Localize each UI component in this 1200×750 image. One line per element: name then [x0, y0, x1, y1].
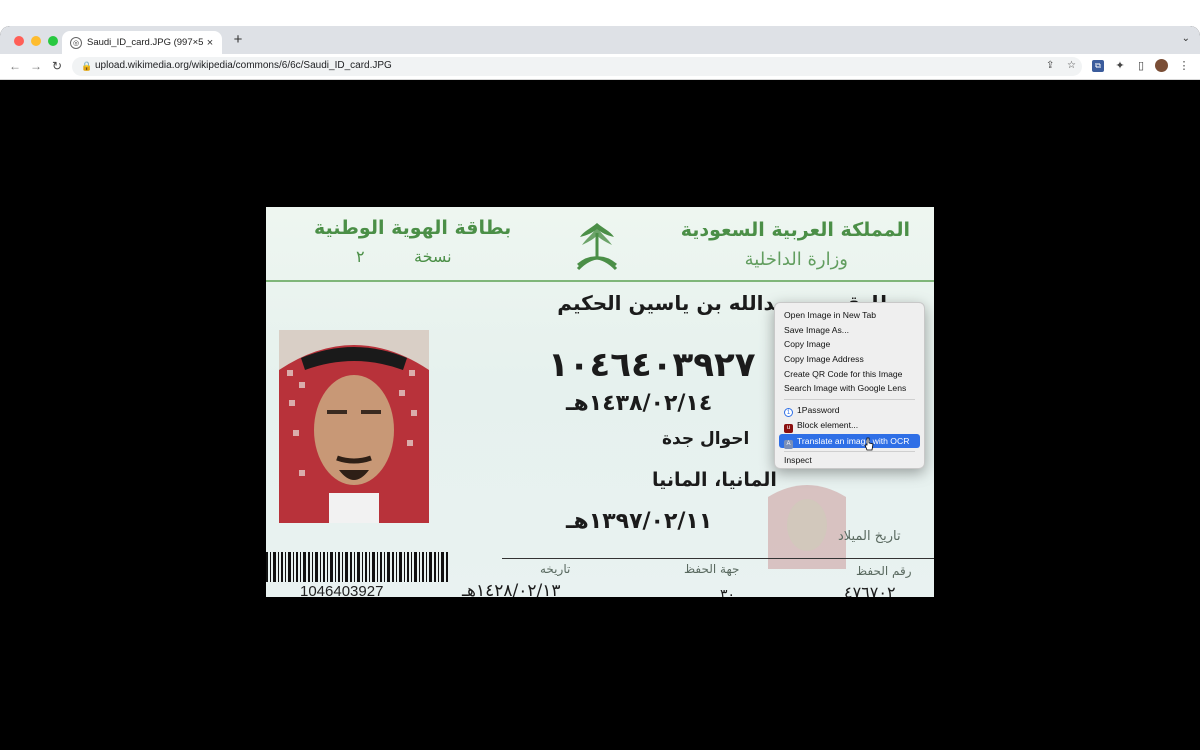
url-text[interactable]: upload.wikimedia.org/wikipedia/commons/6… — [95, 60, 392, 71]
menu-copy-image-address[interactable]: Copy Image Address — [779, 353, 920, 366]
footer-divider — [502, 558, 934, 559]
browser-window: ◎ Saudi_ID_card.JPG (997×582) × + ⌄ ← → … — [0, 26, 1200, 750]
image-viewport: المملكة العربية السعودية وزارة الداخلية … — [0, 80, 1200, 750]
back-button[interactable]: ← — [8, 59, 22, 73]
expiry-date: ١٤٣٨/٠٢/١٤هـ — [566, 391, 713, 416]
menu-separator — [784, 451, 915, 452]
menu-save-image-as[interactable]: Save Image As... — [779, 324, 920, 337]
menu-block-element-label: Block element... — [797, 420, 859, 430]
browser-toolbar: ← → ↻ 🔒 upload.wikimedia.org/wikipedia/c… — [0, 54, 1200, 80]
footer-place-value: ٣٠ — [720, 587, 736, 597]
minimize-window-button[interactable] — [31, 36, 41, 46]
version-number: ٢ — [356, 247, 365, 266]
tab-search-chevron-icon[interactable]: ⌄ — [1182, 33, 1190, 44]
side-panel-icon[interactable]: ▯ — [1134, 59, 1148, 73]
birth-date-label: تاريخ الميلاد — [838, 529, 901, 544]
address-bar[interactable]: 🔒 upload.wikimedia.org/wikipedia/commons… — [72, 57, 1082, 76]
menu-copy-image[interactable]: Copy Image — [779, 338, 920, 351]
1password-icon: 1 — [784, 408, 793, 417]
version-label: نسخة — [414, 247, 452, 266]
barcode — [266, 552, 448, 582]
menu-translate-image-ocr-label: Translate an image with OCR — [797, 436, 910, 446]
menu-search-google-lens[interactable]: Search Image with Google Lens — [779, 382, 920, 395]
menu-translate-image-ocr[interactable]: A Translate an image with OCR — [779, 434, 920, 449]
extension-icon[interactable]: ⧉ — [1092, 60, 1104, 72]
footer-number-label: رقم الحفظ — [856, 564, 912, 578]
ublock-icon: u — [784, 424, 793, 433]
context-menu: Open Image in New Tab Save Image As... C… — [774, 302, 925, 469]
menu-open-image-new-tab[interactable]: Open Image in New Tab — [779, 309, 920, 322]
ministry-title: وزارة الداخلية — [744, 249, 848, 270]
birth-place: المانيا، المانيا — [652, 469, 777, 491]
menu-inspect[interactable]: Inspect — [779, 454, 920, 467]
id-number: ١٠٤٦٤٠٣٩٢٧ — [548, 345, 756, 385]
footer-date-value: ١٤٢٨/٠٢/١٣هـ — [462, 581, 561, 597]
lock-icon[interactable]: 🔒 — [81, 61, 92, 72]
bookmark-star-icon[interactable]: ☆ — [1067, 60, 1076, 71]
share-icon[interactable]: ⇪ — [1046, 60, 1054, 71]
reload-button[interactable]: ↻ — [50, 59, 64, 73]
saudi-emblem-icon — [576, 223, 618, 271]
puzzle-extensions-icon[interactable]: ✦ — [1113, 59, 1127, 73]
birth-date: ١٣٩٧/٠٢/١١هـ — [566, 509, 713, 534]
kingdom-title: المملكة العربية السعودية — [680, 219, 910, 241]
forward-button[interactable]: → — [29, 59, 43, 73]
footer-place-label: جهة الحفظ — [684, 562, 740, 576]
issuer: احوال جدة — [662, 429, 750, 449]
tab-close-icon[interactable]: × — [203, 37, 217, 49]
tab-active[interactable]: ◎ Saudi_ID_card.JPG (997×582) × — [62, 31, 222, 54]
wikimedia-icon: ◎ — [70, 36, 82, 49]
header-divider — [266, 280, 934, 282]
card-title: بطاقة الهوية الوطنية — [314, 217, 512, 239]
ocr-translate-icon: A — [784, 440, 793, 449]
menu-create-qr-code[interactable]: Create QR Code for this Image — [779, 368, 920, 381]
menu-block-element[interactable]: u Block element... — [779, 419, 920, 433]
close-window-button[interactable] — [14, 36, 24, 46]
footer-number-value: ٤٧٦٧٠٢ — [844, 583, 896, 597]
zoom-window-button[interactable] — [48, 36, 58, 46]
footer-date-label: تاريخه — [540, 562, 571, 576]
menu-1password[interactable]: 1 1Password — [779, 404, 920, 417]
window-controls — [14, 36, 58, 46]
hand-cursor-icon — [864, 437, 874, 451]
profile-avatar[interactable] — [1155, 59, 1168, 72]
tab-title: Saudi_ID_card.JPG (997×582) — [87, 37, 203, 48]
menu-1password-label: 1Password — [797, 405, 840, 415]
new-tab-button[interactable]: + — [230, 32, 246, 48]
tab-strip: ◎ Saudi_ID_card.JPG (997×582) × + ⌄ — [0, 26, 1200, 54]
holder-ghost-photo — [768, 485, 846, 569]
menu-separator — [784, 399, 915, 400]
holder-photo — [279, 330, 429, 523]
barcode-number: 1046403927 — [300, 583, 384, 597]
browser-menu-icon[interactable]: ⋮ — [1177, 59, 1191, 73]
